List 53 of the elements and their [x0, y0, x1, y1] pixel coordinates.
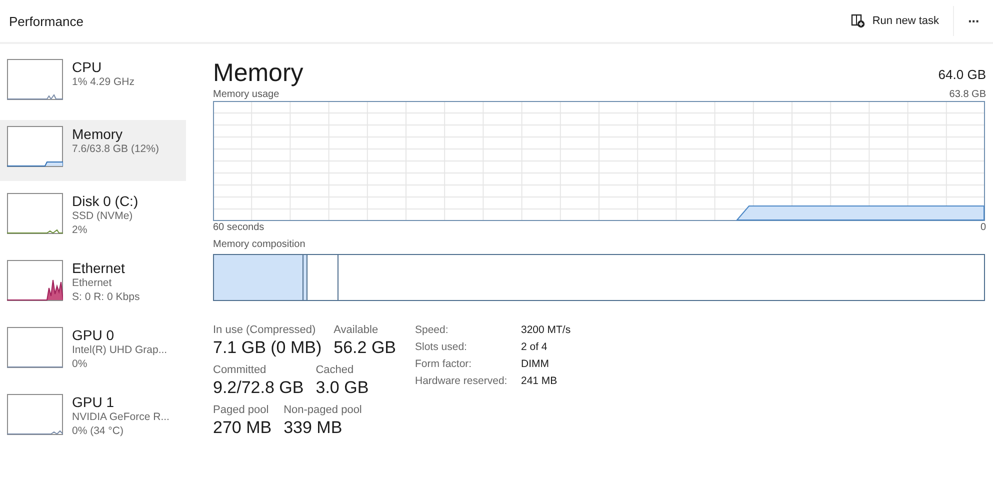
device-detail: Ethernet [72, 276, 113, 290]
stat-value: 270 MB [213, 417, 272, 439]
run-new-task-button[interactable]: Run new task [851, 6, 954, 36]
device-detail: S: 0 R: 0 Kbps [72, 290, 140, 304]
stat-value: 339 MB [284, 417, 344, 439]
detail-value: DIMM [521, 357, 550, 371]
stat-label: Cached [316, 363, 355, 377]
device-detail: NVIDIA GeForce R... [72, 410, 170, 424]
total-memory: 64.0 GB [938, 67, 986, 84]
sidebar-item[interactable]: Memory 7.6/63.8 GB (12%) [0, 120, 186, 181]
time-axis-end: 0 [980, 221, 986, 234]
sidebar-item[interactable]: CPU 1% 4.29 GHz [0, 53, 186, 114]
detail-label: Form factor: [415, 357, 473, 371]
more-button[interactable]: ··· [954, 9, 993, 33]
device-name: Disk 0 (C:) [72, 193, 138, 209]
detail-value: 3200 MT/s [521, 323, 571, 337]
stat-label: Available [334, 323, 380, 337]
detail-label: Speed: [415, 323, 450, 337]
detail-label: Slots used: [415, 340, 468, 354]
sidebar-item[interactable]: Disk 0 (C:) SSD (NVMe) 2% [0, 187, 186, 248]
detail-label: Hardware reserved: [415, 374, 508, 388]
device-name: CPU [72, 59, 103, 75]
stat-label: In use (Compressed) [213, 323, 317, 337]
time-axis-start: 60 seconds [213, 221, 264, 234]
stat-label: Committed [213, 363, 268, 377]
device-name: GPU 0 [72, 327, 116, 343]
new-task-icon [851, 14, 866, 28]
detail-value: 2 of 4 [521, 340, 548, 354]
device-name: Memory [72, 126, 124, 142]
device-name: GPU 1 [72, 394, 116, 410]
device-detail: 2% [72, 223, 88, 237]
stat-label: Paged pool [213, 403, 270, 417]
graph-label: Memory usage [213, 88, 280, 101]
stat-label: Non-paged pool [284, 403, 362, 417]
sidebar-item[interactable]: GPU 0 Intel(R) UHD Grap... 0% [0, 321, 186, 382]
detail-value: 241 MB [521, 374, 558, 388]
device-detail: Intel(R) UHD Grap... [72, 343, 168, 357]
stat-value: 9.2/72.8 GB [213, 377, 304, 399]
graph-max: 63.8 GB [949, 88, 986, 101]
sidebar-item[interactable]: GPU 1 NVIDIA GeForce R... 0% (34 °C) [0, 388, 186, 449]
stat-value: 56.2 GB [334, 337, 396, 359]
composition-label: Memory composition [213, 238, 306, 251]
device-detail: 7.6/63.8 GB (12%) [72, 142, 159, 156]
device-detail: 0% [72, 357, 88, 371]
sidebar-item[interactable]: Ethernet Ethernet S: 0 R: 0 Kbps [0, 254, 186, 315]
memory-title: Memory [213, 58, 304, 88]
device-name: Ethernet [72, 260, 126, 276]
device-detail: 1% 4.29 GHz [72, 75, 134, 89]
stat-value: 3.0 GB [316, 377, 369, 399]
stat-value: 7.1 GB (0 MB) [213, 337, 322, 359]
device-detail: SSD (NVMe) [72, 209, 134, 223]
device-detail: 0% (34 °C) [72, 424, 124, 438]
app-title: Performance [9, 14, 84, 28]
